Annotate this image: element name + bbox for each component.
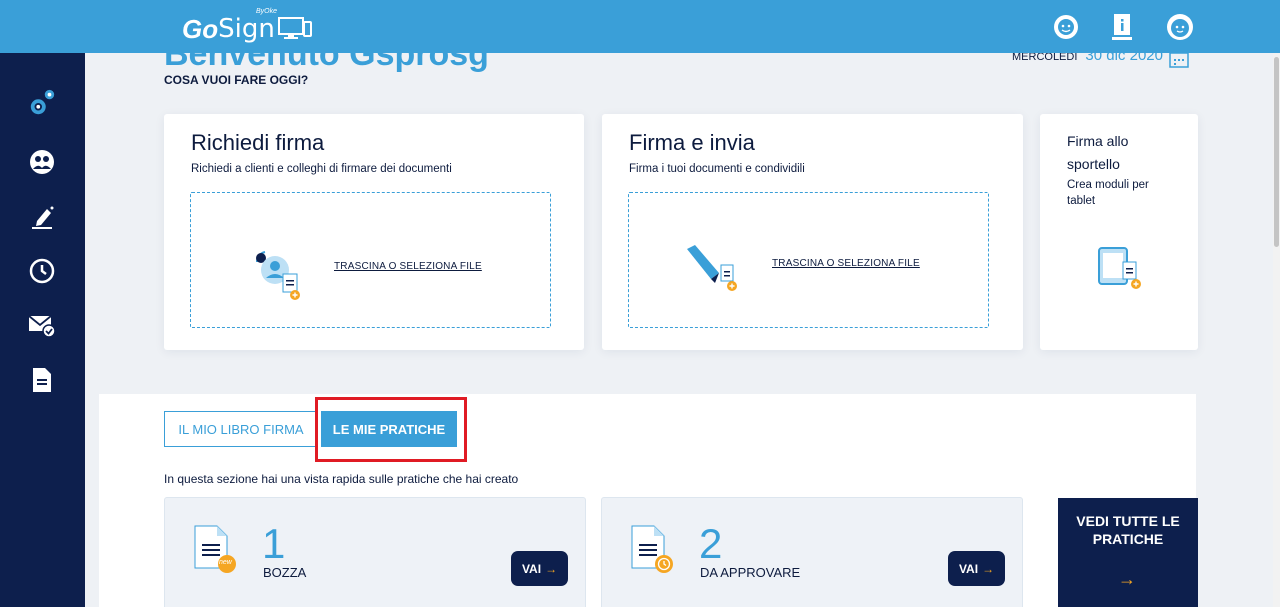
user-avatar-icon[interactable] (1166, 13, 1194, 41)
card-sign-and-send: Firma e invia Firma i tuoi documenti e c… (602, 114, 1023, 350)
settings-gear-icon[interactable] (28, 89, 56, 117)
dropzone-request-signature[interactable]: TRASCINA O SELEZIONA FILE (190, 192, 551, 328)
tab-signature-book[interactable]: IL MIO LIBRO FIRMA (164, 411, 318, 447)
sidebar (0, 53, 85, 607)
card-description: Firma i tuoi documenti e condividili (629, 163, 805, 175)
draft-count: 1 (262, 520, 286, 567)
support-agent-icon[interactable] (1052, 13, 1080, 41)
card-title: Firma allo sportello (1067, 133, 1129, 172)
pending-document-icon (631, 525, 673, 573)
card-title: Richiedi firma (191, 130, 325, 155)
calendar-icon[interactable] (1169, 53, 1189, 68)
to-approve-go-button[interactable]: VAI → (948, 551, 1005, 586)
card-request-signature: Richiedi firma Richiedi a clienti e coll… (164, 114, 584, 350)
to-approve-count: 2 (699, 520, 723, 567)
info-document-icon[interactable] (1109, 13, 1137, 41)
go-button-label: VAI (958, 561, 979, 576)
practices-section: IL MIO LIBRO FIRMA LE MIE PRATICHE In qu… (99, 394, 1198, 607)
card-description: Crea moduli per tablet (1067, 179, 1149, 207)
signature-pen-icon[interactable] (28, 203, 56, 231)
see-all-practices-button[interactable]: VEDI TUTTE LE PRATICHE → (1058, 498, 1198, 607)
dropzone-sign-and-send[interactable]: TRASCINA O SELEZIONA FILE (628, 192, 989, 328)
see-all-label: VEDI TUTTE LE PRATICHE (1076, 513, 1180, 547)
draft-document-icon (194, 525, 236, 573)
top-bar: Go Sign ByOke (0, 0, 1280, 53)
logo-prefix: Go (182, 14, 219, 44)
weekday-label: MERCOLEDÌ (1012, 53, 1078, 63)
main-content: Benvenuto Gsprosg COSA VUOI FARE OGGI? M… (85, 53, 1273, 607)
tab-my-practices[interactable]: LE MIE PRATICHE (321, 411, 457, 447)
card-counter-signature[interactable]: Firma allo sportello Crea moduli per tab… (1040, 114, 1198, 350)
logo-by: ByOke (256, 8, 278, 15)
stat-to-approve: 2 DA APPROVARE VAI → (601, 497, 1023, 607)
request-signature-icon (255, 251, 300, 300)
section-info: In questa sezione hai una vista rapida s… (164, 472, 519, 486)
date-label: 30 dic 2020 (1085, 53, 1163, 64)
sign-pen-icon (687, 245, 737, 291)
page-subtitle: COSA VUOI FARE OGGI? (164, 73, 309, 87)
people-icon[interactable] (28, 148, 56, 176)
arrow-right-icon: → (1118, 569, 1136, 589)
mail-check-icon[interactable] (28, 311, 56, 339)
scrollbar[interactable] (1273, 53, 1280, 607)
new-badge: new (219, 559, 232, 566)
tablet-form-icon (1098, 247, 1141, 289)
upload-file-link[interactable]: TRASCINA O SELEZIONA FILE (772, 258, 920, 269)
upload-file-link[interactable]: TRASCINA O SELEZIONA FILE (334, 261, 482, 272)
clock-icon[interactable] (28, 257, 56, 285)
draft-go-button[interactable]: VAI → (511, 551, 568, 586)
go-button-label: VAI (521, 561, 542, 576)
document-icon[interactable] (28, 366, 56, 394)
current-date: MERCOLEDÌ 30 dic 2020 (1012, 53, 1163, 64)
logo-suffix: Sign (218, 14, 275, 44)
card-title: Firma e invia (629, 130, 755, 155)
to-approve-label: DA APPROVARE (700, 565, 801, 580)
welcome-title: Benvenuto Gsprosg (164, 53, 489, 73)
stat-draft: new 1 BOZZA VAI → (164, 497, 586, 607)
arrow-right-icon: → (545, 561, 558, 576)
card-description: Richiedi a clienti e colleghi di firmare… (191, 163, 452, 175)
monitor-tablet-icon (277, 17, 312, 39)
scrollbar-thumb[interactable] (1274, 57, 1279, 247)
draft-label: BOZZA (263, 565, 307, 580)
arrow-right-icon: → (982, 561, 995, 576)
gosign-logo[interactable]: Go Sign ByOke (182, 8, 312, 44)
